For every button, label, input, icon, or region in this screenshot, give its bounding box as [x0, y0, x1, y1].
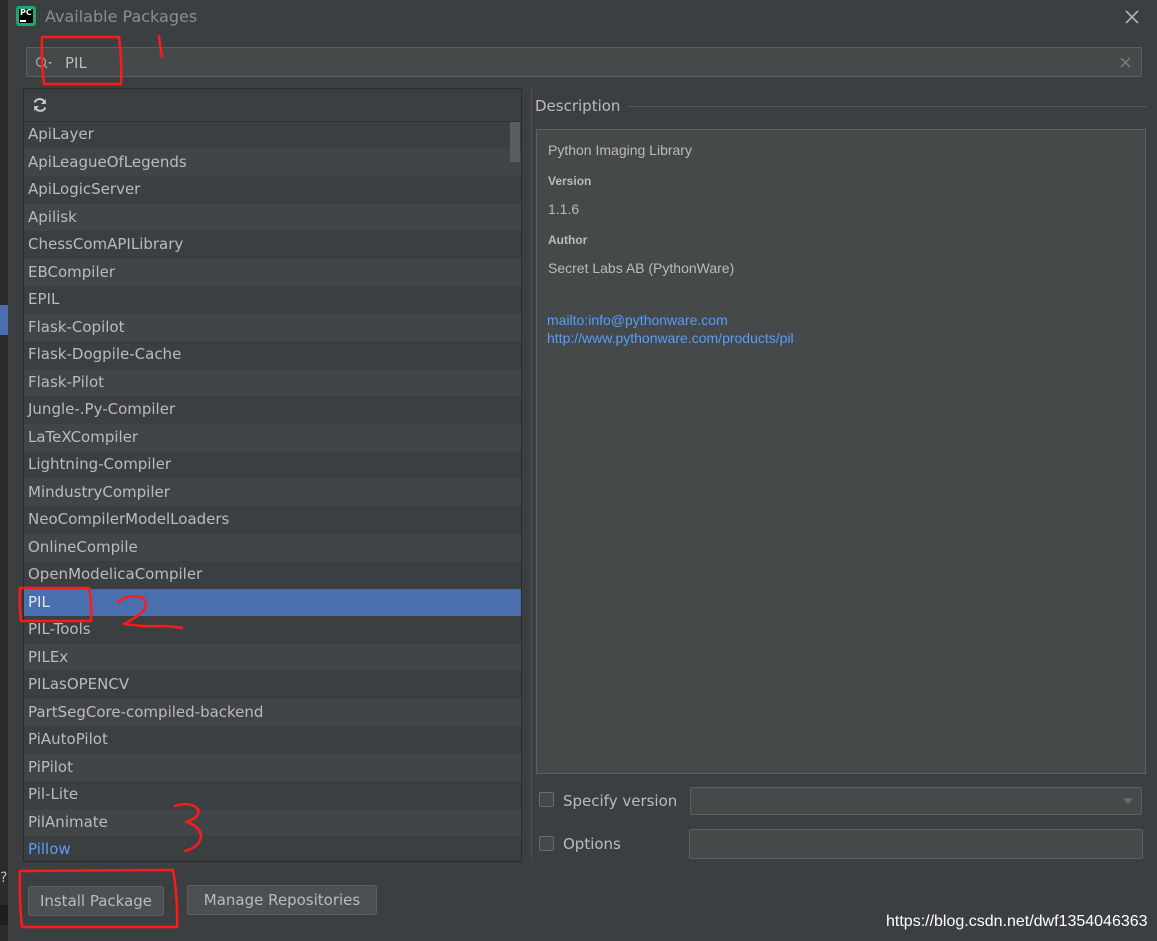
chevron-down-icon[interactable]: [1123, 798, 1133, 805]
version-value: 1.1.6: [548, 201, 580, 217]
specify-version-checkbox[interactable]: [539, 792, 554, 807]
pycharm-icon: PC: [16, 6, 36, 26]
panel-splitter[interactable]: [531, 88, 534, 862]
package-list-item[interactable]: NeoCompilerModelLoaders: [24, 506, 521, 534]
options-input[interactable]: [689, 829, 1143, 859]
search-input[interactable]: [63, 51, 1107, 75]
package-list-item[interactable]: Flask-Pilot: [24, 368, 521, 396]
package-list-item[interactable]: PartSegCore-compiled-backend: [24, 698, 521, 726]
specify-version-label: Specify version: [563, 792, 678, 810]
options-label: Options: [563, 835, 621, 853]
package-list-item[interactable]: PIL-Tools: [24, 616, 521, 644]
package-list-item[interactable]: EBCompiler: [24, 258, 521, 286]
package-list-item[interactable]: ApiLeagueOfLegends: [24, 148, 521, 176]
package-list-item[interactable]: LaTeXCompiler: [24, 423, 521, 451]
package-list-item[interactable]: PilAnimate: [24, 808, 521, 836]
app-icon-text: PC: [20, 8, 32, 17]
package-list-item[interactable]: Apilisk: [24, 203, 521, 231]
refresh-icon[interactable]: [31, 96, 49, 114]
package-list-item[interactable]: Jungle-.Py-Compiler: [24, 396, 521, 424]
description-header: Description: [535, 97, 621, 115]
list-toolbar: [24, 89, 521, 122]
package-list-item[interactable]: Lightning-Compiler: [24, 451, 521, 479]
watermark: https://blog.csdn.net/dwf1354046363: [886, 913, 1148, 930]
options-checkbox[interactable]: [539, 836, 554, 851]
clear-search-icon[interactable]: [1119, 56, 1132, 69]
version-select[interactable]: [690, 787, 1142, 815]
close-icon[interactable]: [1122, 7, 1142, 27]
package-list-item[interactable]: PiPilot: [24, 753, 521, 781]
author-value: Secret Labs AB (PythonWare): [548, 260, 735, 276]
list-scrollbar-thumb[interactable]: [510, 122, 520, 162]
package-list-item[interactable]: ChessComAPILibrary: [24, 231, 521, 259]
package-list-item[interactable]: ApiLogicServer: [24, 176, 521, 204]
email-link[interactable]: mailto:info@pythonware.com: [547, 312, 728, 328]
package-list-item[interactable]: PILEx: [24, 643, 521, 671]
package-list-item[interactable]: EPIL: [24, 286, 521, 314]
package-list-item[interactable]: PILasOPENCV: [24, 671, 521, 699]
homepage-link[interactable]: http://www.pythonware.com/products/pil: [547, 330, 794, 346]
install-package-button[interactable]: Install Package: [28, 886, 164, 916]
package-list-item[interactable]: PiAutoPilot: [24, 726, 521, 754]
package-list-item[interactable]: ApiLayer: [24, 121, 521, 149]
manage-repositories-button[interactable]: Manage Repositories: [187, 885, 377, 915]
edge-dark-block: [0, 905, 8, 925]
package-list-item[interactable]: PIL: [24, 588, 521, 616]
version-label: Version: [548, 174, 592, 188]
package-list-item[interactable]: Flask-Dogpile-Cache: [24, 341, 521, 369]
package-list-item[interactable]: OpenModelicaCompiler: [24, 561, 521, 589]
edge-glyph: ?: [0, 870, 8, 886]
package-list-item[interactable]: Pil-Lite: [24, 781, 521, 809]
description-panel: Python Imaging Library Version 1.1.6 Aut…: [536, 129, 1146, 774]
package-list-item[interactable]: Flask-Copilot: [24, 313, 521, 341]
title-bar: PC Available Packages: [8, 0, 1157, 34]
description-header-rule: [627, 106, 1147, 107]
package-list-item[interactable]: MindustryCompiler: [24, 478, 521, 506]
left-edge-strip: ?: [0, 0, 8, 941]
search-box[interactable]: [26, 47, 1142, 77]
package-list[interactable]: ApiLayer ApiLeagueOfLegends ApiLogicServer…: [24, 121, 521, 861]
package-list-item[interactable]: Pillow: [24, 836, 521, 861]
package-list-panel: ApiLayer ApiLeagueOfLegends ApiLogicServer…: [23, 88, 522, 862]
author-label: Author: [548, 233, 588, 247]
edge-selection-mark: [0, 305, 8, 335]
package-list-item[interactable]: OnlineCompile: [24, 533, 521, 561]
window-title: Available Packages: [45, 7, 198, 26]
search-icon[interactable]: [35, 55, 53, 71]
package-summary: Python Imaging Library: [548, 142, 692, 158]
